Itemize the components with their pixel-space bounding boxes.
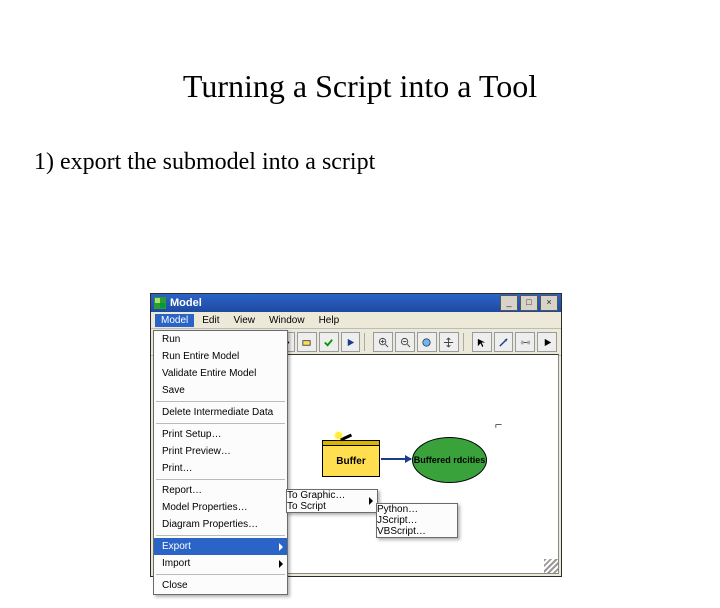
play-icon[interactable] xyxy=(537,332,557,352)
tool-wand-icon xyxy=(337,434,355,446)
script-lang-submenu: Python… JScript… VBScript… xyxy=(376,503,458,538)
submenu-arrow-icon xyxy=(279,560,283,568)
menu-print[interactable]: Print… xyxy=(154,460,287,477)
titlebar: Model _ □ × xyxy=(151,294,561,312)
model-builder-window: Model _ □ × Model Edit View Window Help xyxy=(150,293,562,577)
selection-cursor-icon: ⌐ xyxy=(495,417,502,433)
menubar: Model Edit View Window Help xyxy=(151,312,561,329)
zoom-in-icon[interactable] xyxy=(373,332,393,352)
menu-to-graphic[interactable]: To Graphic… xyxy=(287,490,377,501)
submenu-arrow-icon xyxy=(279,543,283,551)
maximize-button[interactable]: □ xyxy=(520,295,538,311)
menu-edit[interactable]: Edit xyxy=(196,314,225,327)
menu-validate[interactable]: Validate Entire Model xyxy=(154,365,287,382)
menu-model[interactable]: Model xyxy=(155,314,194,327)
menu-separator xyxy=(156,401,285,402)
slide-bullet-1: 1) export the submodel into a script xyxy=(34,149,720,176)
menu-run-entire[interactable]: Run Entire Model xyxy=(154,348,287,365)
menu-close[interactable]: Close xyxy=(154,577,287,594)
zoom-out-icon[interactable] xyxy=(395,332,415,352)
output-node[interactable]: Buffered rdcities xyxy=(412,437,487,483)
submenu-arrow-icon xyxy=(369,497,373,505)
menu-run[interactable]: Run xyxy=(154,331,287,348)
resize-grip-icon[interactable] xyxy=(544,559,558,573)
menu-print-preview[interactable]: Print Preview… xyxy=(154,443,287,460)
menu-report[interactable]: Report… xyxy=(154,482,287,499)
menu-help[interactable]: Help xyxy=(313,314,346,327)
connect-icon[interactable] xyxy=(494,332,514,352)
menu-export[interactable]: Export xyxy=(154,538,287,555)
menu-window[interactable]: Window xyxy=(263,314,311,327)
menu-separator xyxy=(156,535,285,536)
app-icon xyxy=(154,297,166,309)
export-submenu: To Graphic… To Script xyxy=(286,489,378,513)
connector-arrow xyxy=(381,458,411,460)
model-menu-dropdown: Run Run Entire Model Validate Entire Mod… xyxy=(153,330,288,595)
menu-model-props[interactable]: Model Properties… xyxy=(154,499,287,516)
menu-python[interactable]: Python… xyxy=(377,504,457,515)
close-button[interactable]: × xyxy=(540,295,558,311)
menu-save[interactable]: Save xyxy=(154,382,287,399)
layout-icon[interactable] xyxy=(515,332,535,352)
select-icon[interactable] xyxy=(472,332,492,352)
minimize-button[interactable]: _ xyxy=(500,295,518,311)
menu-vbscript[interactable]: VBScript… xyxy=(377,526,457,537)
validate-icon[interactable] xyxy=(319,332,339,352)
menu-separator xyxy=(156,479,285,480)
menu-jscript[interactable]: JScript… xyxy=(377,515,457,526)
run-icon[interactable] xyxy=(341,332,361,352)
slide-title: Turning a Script into a Tool xyxy=(0,68,720,105)
window-title: Model xyxy=(170,297,500,309)
menu-delete-intermediate[interactable]: Delete Intermediate Data xyxy=(154,404,287,421)
menu-separator xyxy=(156,423,285,424)
menu-to-script[interactable]: To Script xyxy=(287,501,377,512)
add-tool-icon[interactable] xyxy=(297,332,317,352)
menu-separator xyxy=(156,574,285,575)
menu-print-setup[interactable]: Print Setup… xyxy=(154,426,287,443)
menu-import[interactable]: Import xyxy=(154,555,287,572)
menu-diagram-props[interactable]: Diagram Properties… xyxy=(154,516,287,533)
full-extent-icon[interactable] xyxy=(417,332,437,352)
pan-icon[interactable] xyxy=(439,332,459,352)
tool-box-buffer[interactable]: Buffer xyxy=(322,445,380,477)
menu-view[interactable]: View xyxy=(227,314,261,327)
